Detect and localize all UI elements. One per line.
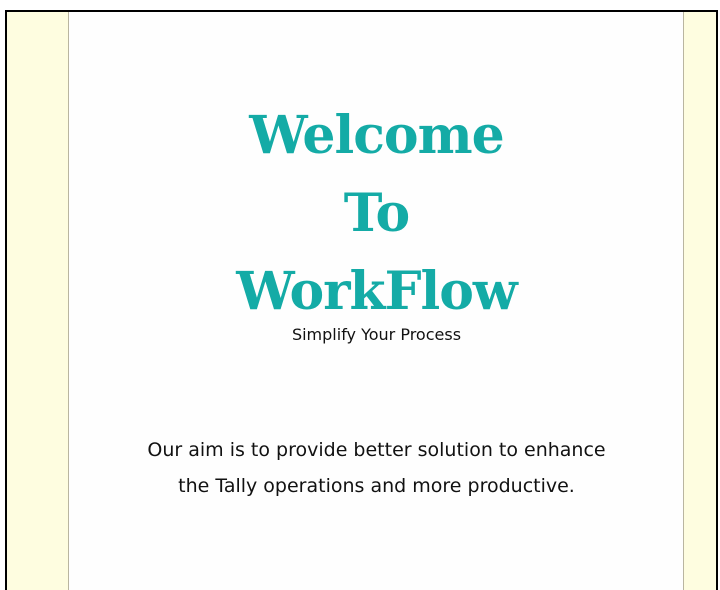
right-side-panel: [683, 12, 716, 590]
aim-statement: Our aim is to provide better solution to…: [69, 432, 684, 504]
aim-line-2: the Tally operations and more productive…: [178, 475, 575, 497]
welcome-title-line-1: Welcome: [249, 105, 504, 166]
main-content: Welcome To WorkFlow Simplify Your Proces…: [69, 12, 684, 590]
tagline: Simplify Your Process: [291, 325, 462, 344]
welcome-title: Welcome To WorkFlow: [69, 97, 684, 331]
left-side-panel: [7, 12, 69, 590]
aim-line-1: Our aim is to provide better solution to…: [147, 439, 606, 461]
welcome-title-line-2: To: [343, 183, 410, 244]
welcome-title-line-3: WorkFlow: [236, 261, 517, 322]
hero-section: Welcome To WorkFlow Simplify Your Proces…: [69, 97, 684, 345]
page-frame: Welcome To WorkFlow Simplify Your Proces…: [5, 10, 718, 590]
